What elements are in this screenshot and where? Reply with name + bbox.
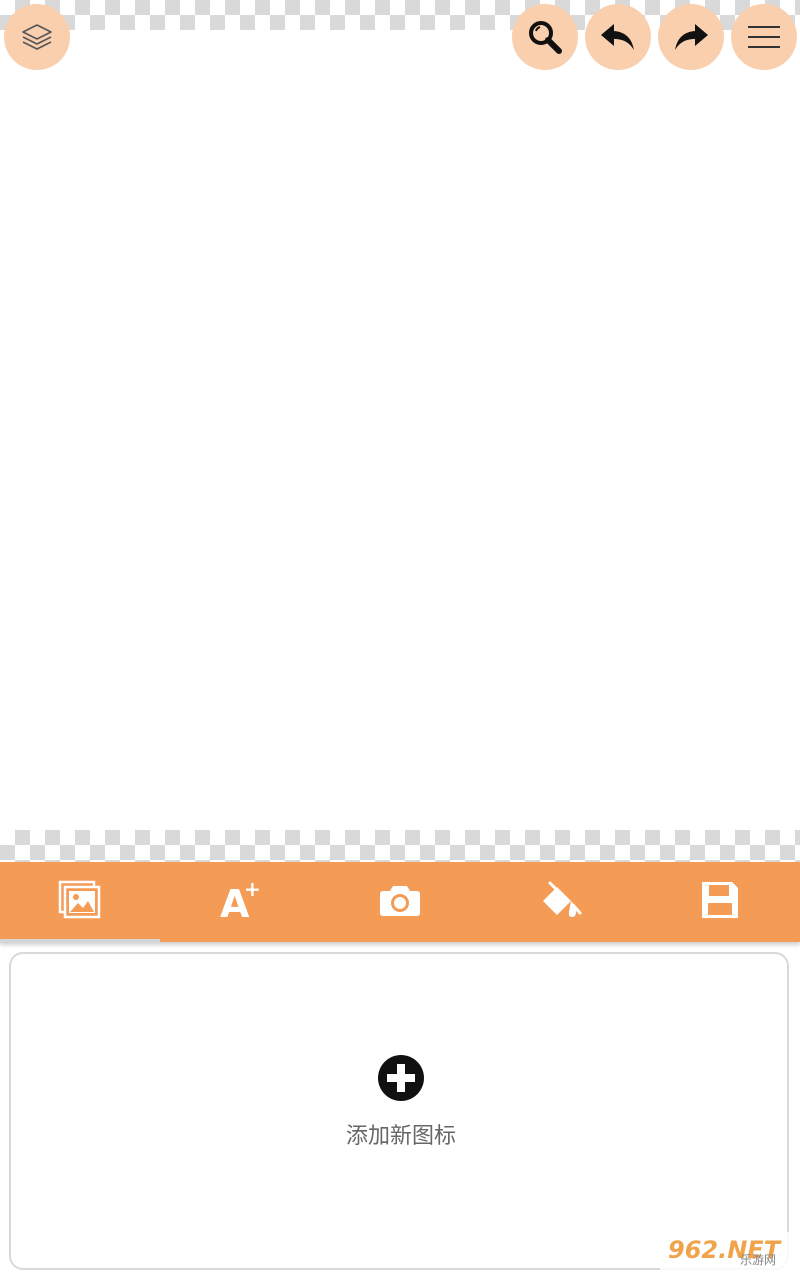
svg-text:+: + <box>244 880 260 901</box>
undo-button[interactable] <box>585 4 651 70</box>
zoom-button[interactable] <box>512 4 578 70</box>
icon-panel: 添加新图标 <box>9 952 789 1270</box>
tab-images[interactable] <box>0 862 160 943</box>
magnifier-icon <box>527 19 563 55</box>
tab-save[interactable] <box>640 862 800 942</box>
bottom-toolbar: A + <box>0 862 800 943</box>
paint-bucket-icon <box>538 879 582 925</box>
transparency-grid-bottom <box>0 830 800 862</box>
redo-arrow-icon <box>672 21 710 53</box>
hamburger-menu-icon <box>747 23 781 51</box>
add-new-icon-label: 添加新图标 <box>345 1124 456 1149</box>
image-gallery-icon <box>58 880 102 924</box>
save-floppy-icon <box>700 880 740 924</box>
add-new-icon-button[interactable]: 添加新图标 <box>301 1054 501 1174</box>
plus-circle-icon <box>377 1054 425 1106</box>
redo-button[interactable] <box>658 4 724 70</box>
layers-icon <box>20 22 54 52</box>
tab-camera[interactable] <box>320 862 480 942</box>
menu-button[interactable] <box>731 4 797 70</box>
tab-add-text[interactable]: A + <box>160 862 320 942</box>
tab-fill-color[interactable] <box>480 862 640 942</box>
watermark-sub-text: 乐游网 <box>740 1253 777 1267</box>
camera-icon <box>379 882 421 922</box>
undo-arrow-icon <box>599 21 637 53</box>
text-add-icon: A + <box>220 877 261 926</box>
layers-button[interactable] <box>4 4 70 70</box>
drawing-canvas[interactable] <box>0 30 800 830</box>
watermark-logo: 962.NET 乐游网 <box>660 1232 792 1274</box>
